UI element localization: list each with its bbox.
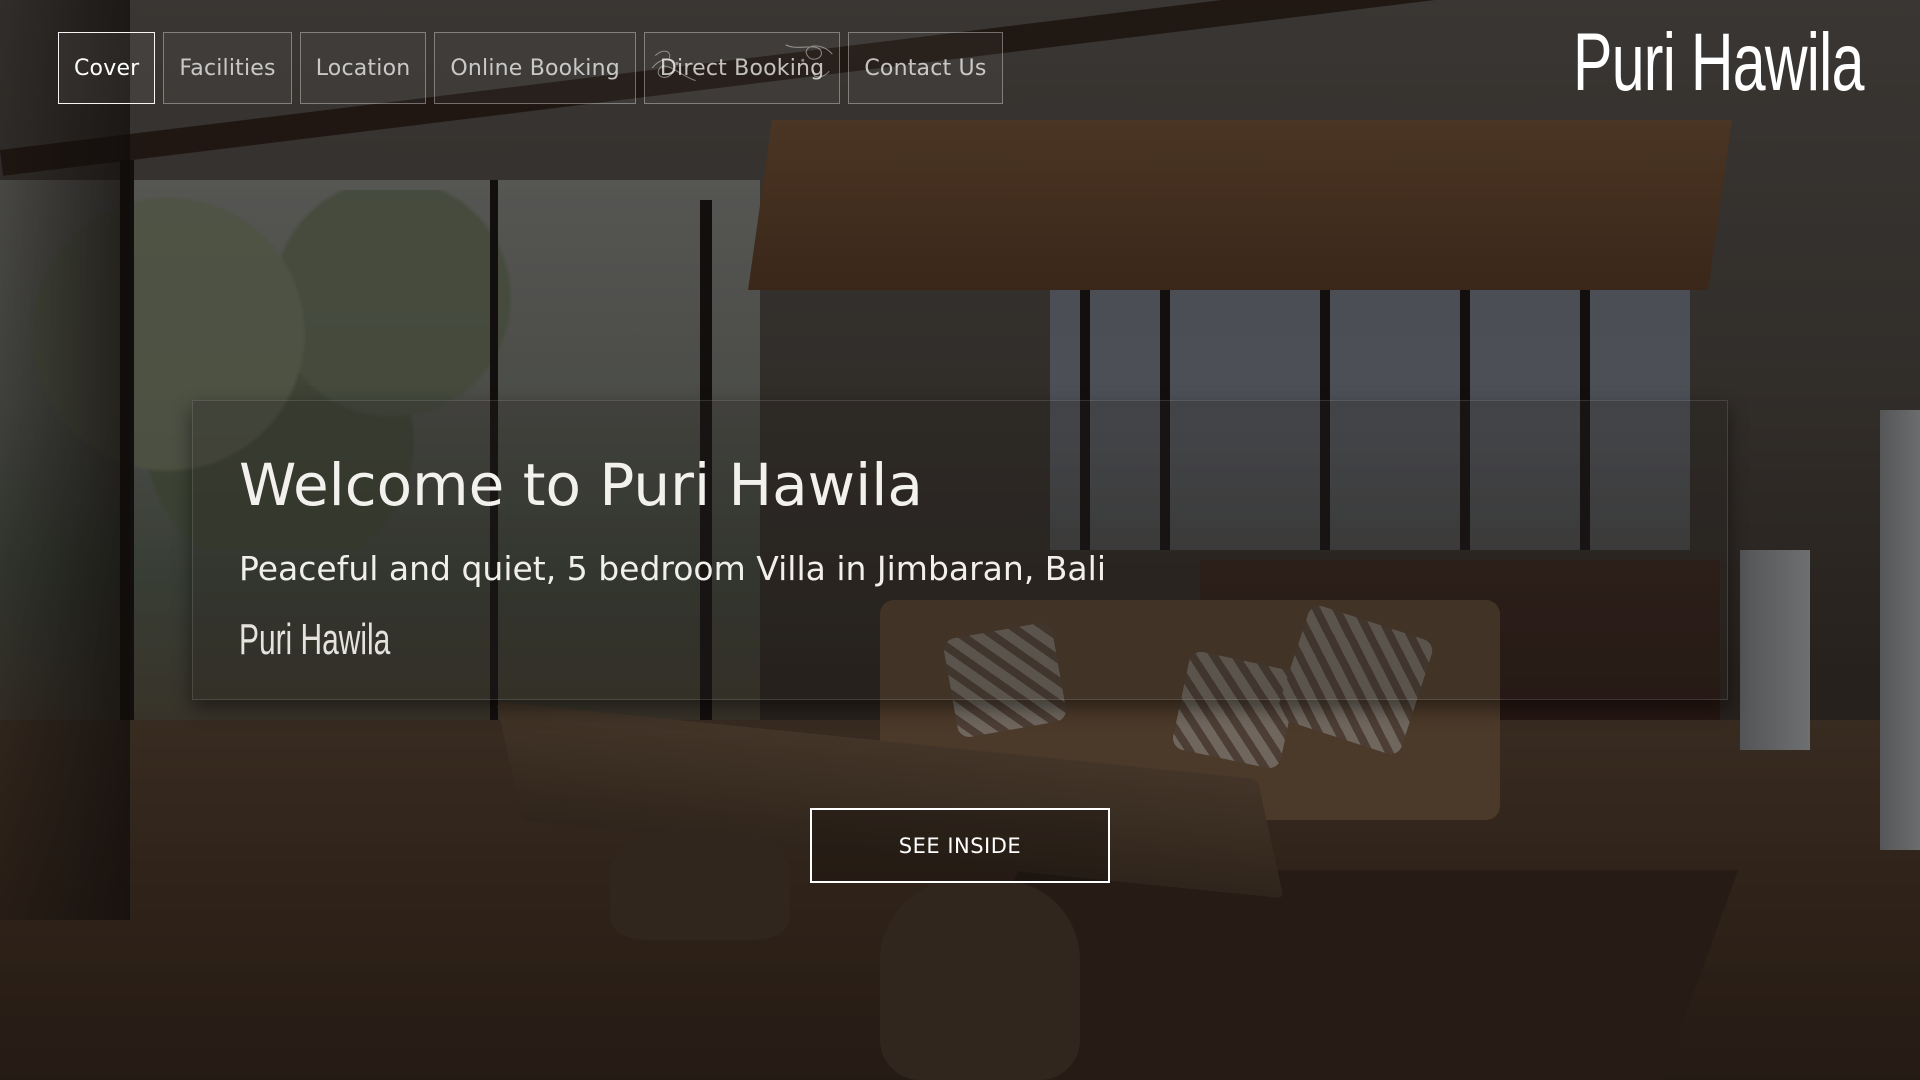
hero-subtitle: Peaceful and quiet, 5 bedroom Villa in J… bbox=[239, 549, 1106, 588]
nav-item-label: Direct Booking bbox=[659, 55, 825, 81]
nav-item-facilities[interactable]: Facilities bbox=[163, 32, 292, 104]
main-nav: Cover Facilities Location Online Booking… bbox=[58, 32, 1003, 104]
nav-item-location[interactable]: Location bbox=[299, 32, 427, 104]
nav-item-contact-us[interactable]: Contact Us bbox=[848, 32, 1003, 104]
nav-item-label: Facilities bbox=[179, 55, 276, 81]
site-logo[interactable]: Puri Hawila bbox=[1573, 22, 1864, 104]
nav-item-label: Contact Us bbox=[864, 55, 987, 81]
nav-item-label: Location bbox=[315, 55, 411, 81]
nav-item-label: Cover bbox=[74, 55, 140, 81]
nav-item-direct-booking[interactable]: Direct Booking bbox=[643, 32, 841, 104]
hero-title: Welcome to Puri Hawila bbox=[239, 451, 923, 519]
hero-signature: Puri Hawila bbox=[239, 615, 391, 664]
nav-item-cover[interactable]: Cover bbox=[58, 32, 156, 104]
see-inside-button[interactable]: SEE INSIDE bbox=[810, 808, 1110, 883]
nav-item-label: Online Booking bbox=[450, 55, 620, 81]
page: Cover Facilities Location Online Booking… bbox=[0, 0, 1920, 1080]
nav-item-online-booking[interactable]: Online Booking bbox=[434, 32, 636, 104]
hero-panel: Welcome to Puri Hawila Peaceful and quie… bbox=[192, 400, 1728, 700]
